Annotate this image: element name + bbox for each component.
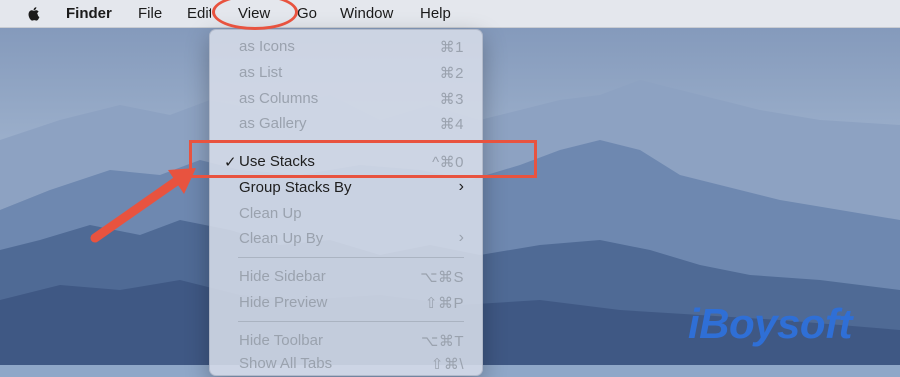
iboysoft-logo: iBoysoft xyxy=(688,300,853,347)
